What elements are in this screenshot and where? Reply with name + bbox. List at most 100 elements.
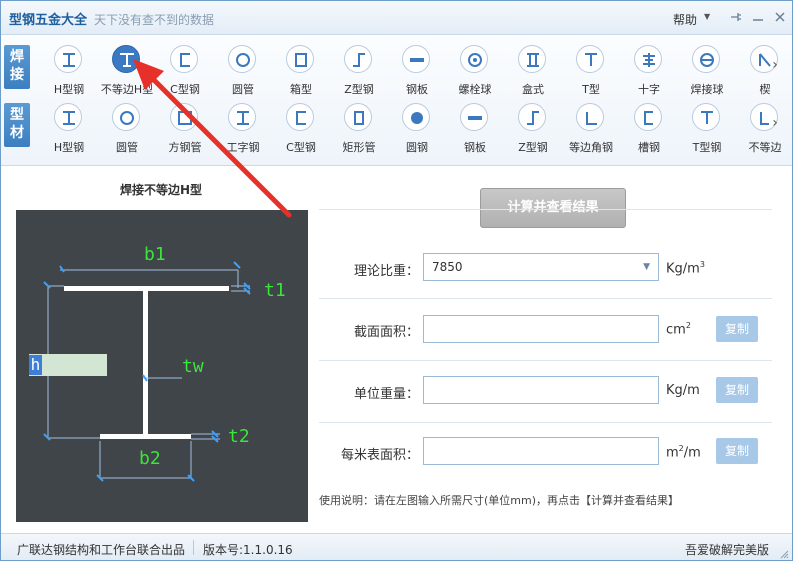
i-beam-icon xyxy=(228,103,256,131)
tool-row2-t-section[interactable]: T型钢 xyxy=(678,101,736,157)
tool-row2-unequal-angle[interactable]: 不等边 xyxy=(736,101,792,157)
close-button[interactable] xyxy=(772,9,788,25)
dim-label-t2: t2 xyxy=(228,426,250,447)
tool-row2-square-tube[interactable]: 方钢管 xyxy=(156,101,214,157)
app-title: 型钢五金大全 xyxy=(9,13,88,28)
chevron-down-icon[interactable]: ▼ xyxy=(643,254,650,280)
title-bar: 型钢五金大全 天下没有查不到的数据 帮助 ▼ xyxy=(1,1,792,35)
tool-row1-round-tube[interactable]: 圆管 xyxy=(214,43,272,99)
tool-label: Z型钢 xyxy=(518,141,548,154)
bottom-flange-shape xyxy=(100,434,191,439)
round-tube-icon xyxy=(228,45,256,73)
copy-surface-button[interactable]: 复制 xyxy=(716,438,758,464)
calculate-button[interactable]: 计算并查看结果 xyxy=(480,188,626,228)
tool-row1-unequal-i-beam[interactable]: 不等边H型 xyxy=(98,43,156,99)
surface-label: 每米表面积： xyxy=(340,448,419,463)
resize-grip-icon[interactable] xyxy=(779,548,789,559)
tool-row2-c-channel[interactable]: C型钢 xyxy=(272,101,330,157)
divider xyxy=(319,422,772,423)
area-label: 截面面积： xyxy=(353,325,419,340)
tool-row2-round-bar[interactable]: 圆钢 xyxy=(388,101,446,157)
usage-instructions: 使用说明：请在左图输入所需尺寸(单位mm)，再点击【计算并查看结果】 xyxy=(319,494,680,507)
tool-label: 矩形管 xyxy=(342,141,376,154)
tool-label: 槽钢 xyxy=(638,141,660,154)
z-section-icon xyxy=(344,45,372,73)
tool-row1-z-section[interactable]: Z型钢 xyxy=(330,43,388,99)
c-channel-icon xyxy=(286,103,314,131)
copy-weight-button[interactable]: 复制 xyxy=(716,377,758,403)
section-toolbar: 焊接 型材 H型钢 不等边H型 C型钢 圆管 箱型 Z型钢 钢板 螺栓球 盒式 T型 十字 焊接球楔 … xyxy=(1,35,792,166)
weight-output[interactable] xyxy=(423,376,659,404)
tool-row2-steel-plate[interactable]: 钢板 xyxy=(446,101,504,157)
tool-label: 十字 xyxy=(638,83,660,96)
tool-label: 圆管 xyxy=(232,83,254,96)
unequal-i-beam-icon xyxy=(112,45,140,73)
surface-unit: m2/m xyxy=(666,444,701,461)
tool-row1-cross-section[interactable]: 十字 xyxy=(620,43,678,99)
tool-label: C型钢 xyxy=(170,83,200,96)
tool-row1-t-section[interactable]: T型 xyxy=(562,43,620,99)
tool-label: 箱型 xyxy=(290,83,312,96)
tool-row2-i-beam[interactable]: H型钢 xyxy=(40,101,98,157)
divider xyxy=(319,298,772,299)
tool-label: 钢板 xyxy=(464,141,486,154)
row1-scroll-right-icon[interactable]: › xyxy=(768,57,782,73)
edition-text: 吾爱破解完美版 xyxy=(685,543,770,557)
round-bar-icon xyxy=(402,103,430,131)
density-select[interactable]: 7850 ▼ xyxy=(423,253,659,281)
tool-label: T型钢 xyxy=(692,141,722,154)
tool-label: 焊接球 xyxy=(690,83,724,96)
tool-row2-rect-tube[interactable]: 矩形管 xyxy=(330,101,388,157)
steel-plate-icon xyxy=(460,103,488,131)
dim-label-b1: b1 xyxy=(144,244,166,265)
box-section-icon xyxy=(286,45,314,73)
copy-area-button[interactable]: 复制 xyxy=(716,316,758,342)
tool-row1-bolt-ball[interactable]: 螺栓球 xyxy=(446,43,504,99)
tool-label: H型钢 xyxy=(53,83,85,96)
square-tube-icon xyxy=(170,103,198,131)
row2-scroll-right-icon[interactable]: › xyxy=(768,115,782,131)
tool-row1-c-channel[interactable]: C型钢 xyxy=(156,43,214,99)
cross-section-icon xyxy=(634,45,662,73)
tool-row1-welded-ball[interactable]: 焊接球 xyxy=(678,43,736,99)
i-beam-icon xyxy=(54,103,82,131)
dim-label-b2: b2 xyxy=(139,448,161,469)
tool-label: 方钢管 xyxy=(168,141,202,154)
tool-row1-wedge[interactable]: 楔 xyxy=(736,43,792,99)
credits-text: 广联达钢结构和工作台联合出品 xyxy=(17,543,186,557)
divider xyxy=(319,360,772,361)
figure-title: 焊接不等边H型 xyxy=(119,183,203,197)
density-value: 7850 xyxy=(432,260,463,274)
density-label: 理论比重： xyxy=(353,264,419,279)
area-output[interactable] xyxy=(423,315,659,343)
tool-label: 楔 xyxy=(759,83,771,96)
row-label-welded: 焊接 xyxy=(4,45,30,89)
minimize-button[interactable] xyxy=(750,9,766,25)
area-unit: cm2 xyxy=(666,321,691,338)
tool-row2-channel[interactable]: 槽钢 xyxy=(620,101,678,157)
help-menu[interactable]: 帮助 xyxy=(673,11,697,28)
welded-ball-icon xyxy=(692,45,720,73)
tool-label: C型钢 xyxy=(286,141,316,154)
app-slogan: 天下没有查不到的数据 xyxy=(94,13,215,27)
tool-row1-box-type[interactable]: 盒式 xyxy=(504,43,562,99)
tool-label: 圆钢 xyxy=(406,141,428,154)
tool-label: 钢板 xyxy=(406,83,428,96)
surface-output[interactable] xyxy=(423,437,659,465)
row-label-profile: 型材 xyxy=(4,103,30,147)
chevron-down-icon[interactable]: ▼ xyxy=(704,12,710,21)
tool-row2-z-section[interactable]: Z型钢 xyxy=(504,101,562,157)
tool-row1-i-beam[interactable]: H型钢 xyxy=(40,43,98,99)
tool-row2-i-beam[interactable]: 工字钢 xyxy=(214,101,272,157)
tool-label: 圆管 xyxy=(116,141,138,154)
weight-label: 单位重量： xyxy=(353,387,419,402)
tool-label: 不等边 xyxy=(748,141,782,154)
t-section-icon xyxy=(576,45,604,73)
pin-icon[interactable] xyxy=(728,9,744,25)
tool-row2-equal-angle[interactable]: 等边角钢 xyxy=(562,101,620,157)
tool-row2-round-tube[interactable]: 圆管 xyxy=(98,101,156,157)
round-tube-icon xyxy=(112,103,140,131)
tool-row1-steel-plate[interactable]: 钢板 xyxy=(388,43,446,99)
tool-row1-box-section[interactable]: 箱型 xyxy=(272,43,330,99)
c-channel-icon xyxy=(170,45,198,73)
